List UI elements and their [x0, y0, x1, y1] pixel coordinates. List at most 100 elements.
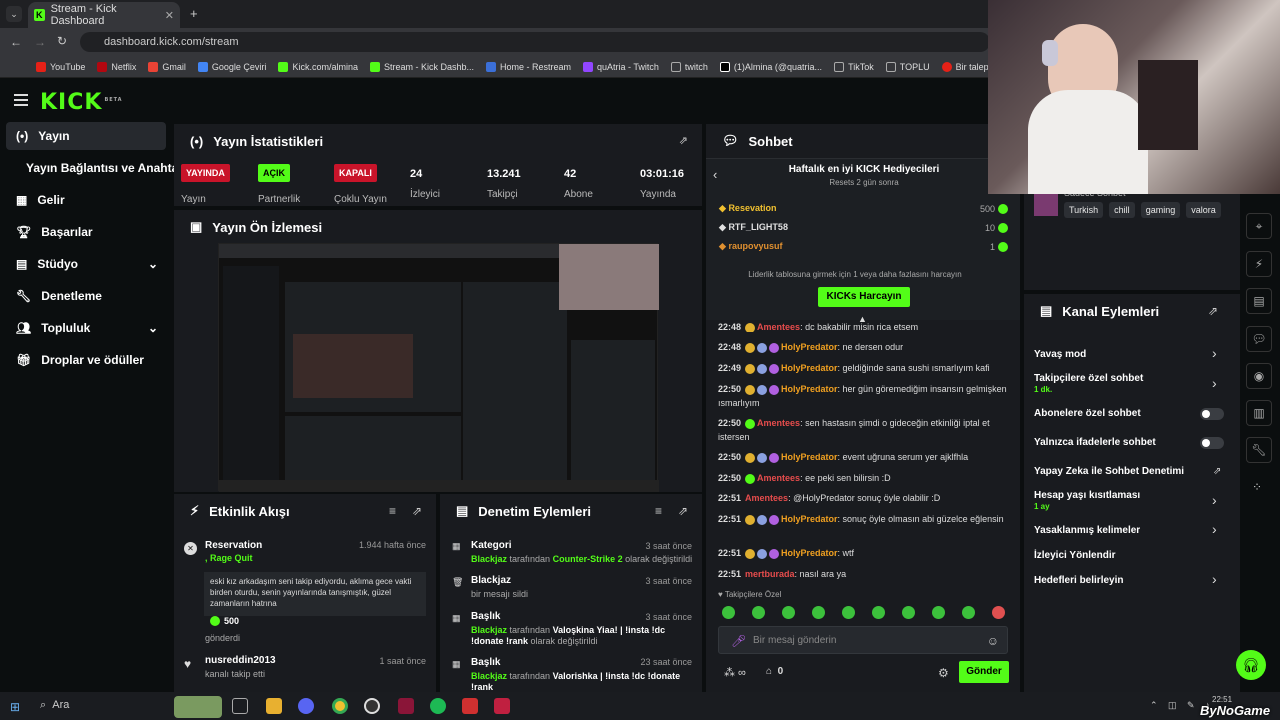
bookmark-item[interactable]: Home - Restream: [486, 61, 571, 72]
slow-mode-row[interactable]: Yavaş mod: [1034, 349, 1224, 360]
edit-icon: ▦: [452, 659, 461, 669]
hamburger-menu-icon[interactable]: [14, 94, 28, 106]
emote-only-toggle[interactable]: [1200, 437, 1224, 449]
tag[interactable]: valora: [1186, 202, 1221, 218]
tab-menu-icon[interactable]: ⌄: [6, 6, 22, 22]
sidebar-item-studyo[interactable]: ▤ Stüdyo ⌄: [6, 250, 166, 278]
bookmark-item[interactable]: Kick.com/almina: [278, 61, 358, 72]
filter-icon[interactable]: ≡: [389, 504, 396, 518]
forward-icon[interactable]: →: [34, 35, 46, 49]
sidebar-item-topluluk[interactable]: 👥︎ Topluluk ⌄: [6, 314, 166, 342]
chat-icon: 💬︎: [722, 133, 739, 148]
bookmark-item[interactable]: Netflix: [97, 61, 136, 72]
tag[interactable]: chill: [1109, 202, 1135, 218]
sidebar-item-denetleme[interactable]: 🔧︎ Denetleme: [6, 282, 166, 310]
popout-icon[interactable]: ⇗: [1208, 304, 1218, 318]
back-icon[interactable]: ←: [10, 35, 22, 49]
windows-start-icon[interactable]: ⊞: [10, 700, 20, 714]
event-user[interactable]: nusreddin2013: [205, 655, 276, 666]
bookmark-item[interactable]: TOPLU: [885, 61, 930, 72]
set-goals-row[interactable]: Hedefleri belirleyin: [1034, 575, 1224, 586]
reload-icon[interactable]: ↻: [57, 34, 67, 48]
settings-gear-icon[interactable]: ⚙: [938, 666, 949, 680]
file-explorer-icon[interactable]: [266, 698, 282, 714]
banned-words-row[interactable]: Yasaklanmış kelimeler: [1034, 525, 1224, 536]
chevron-down-icon: ⌄: [147, 321, 158, 335]
account-age-row[interactable]: Hesap yaşı kısıtlaması: [1034, 490, 1224, 501]
broadcast-icon[interactable]: ◉: [1246, 363, 1272, 389]
external-link-icon[interactable]: ⇗: [1213, 466, 1221, 477]
bookmark-item[interactable]: twitch: [670, 61, 708, 72]
sidebar-item-basarilar[interactable]: 🏆︎ Başarılar: [6, 218, 166, 246]
points-counter[interactable]: ⌂ 0: [766, 666, 783, 677]
kick-logo[interactable]: KICK BETA: [40, 90, 123, 115]
obs-icon[interactable]: [364, 698, 380, 714]
emote-row[interactable]: [722, 606, 1005, 619]
sidebar-item-droplar[interactable]: 🎁︎ Droplar ve ödüller: [6, 346, 166, 374]
stream-preview-video[interactable]: [218, 243, 659, 492]
bookmark-item[interactable]: TikTok: [834, 61, 874, 72]
wrench-icon[interactable]: 🔧︎: [1246, 437, 1272, 463]
chevron-right-icon[interactable]: ›: [1212, 521, 1217, 537]
tag[interactable]: gaming: [1140, 202, 1181, 218]
sidebar-item-yayin[interactable]: (•) Yayın: [6, 122, 166, 150]
followers-only-row[interactable]: Takipçilere özel sohbet: [1034, 373, 1224, 384]
send-button[interactable]: Gönder: [959, 661, 1009, 683]
broadcast-icon: (•): [16, 129, 29, 143]
stats-header: (•) Yayın İstatistikleri: [190, 133, 324, 149]
tag[interactable]: Turkish: [1064, 202, 1104, 218]
popout-icon[interactable]: ⇗: [679, 134, 688, 147]
back-chevron-icon[interactable]: ‹: [713, 167, 717, 182]
chat-input[interactable]: 🎤︎ Bir mesaj gönderin ☺: [718, 626, 1008, 654]
popout-icon[interactable]: ⇗: [412, 504, 422, 518]
app-icon[interactable]: [462, 698, 478, 714]
subscribers-only-row: Abonelere özel sohbet: [1034, 408, 1141, 419]
subscribers-only-toggle[interactable]: [1200, 408, 1224, 420]
popout-icon[interactable]: ⇗: [678, 504, 688, 518]
taskbar-search[interactable]: ⌕ Ara: [40, 699, 69, 712]
browser-tab[interactable]: K Stream - Kick Dashboard ✕: [28, 2, 180, 28]
task-view-icon[interactable]: [232, 698, 248, 714]
document-icon[interactable]: ▤: [1246, 288, 1272, 314]
event-user[interactable]: Reservation: [205, 540, 262, 551]
chat-message: 22:51 Amentees: @HolyPredator sonuç öyle …: [718, 493, 941, 503]
chevron-right-icon[interactable]: ›: [1212, 492, 1217, 508]
bookmark-item[interactable]: YouTube: [36, 61, 85, 72]
discord-icon[interactable]: [298, 698, 314, 714]
kicks-coin-icon: [210, 616, 220, 626]
infinity-icon[interactable]: ⁂ ∞: [724, 666, 746, 679]
filter-icon[interactable]: ≡: [655, 504, 662, 518]
apps-icon[interactable]: ⁘: [1252, 480, 1262, 494]
app-icon[interactable]: [398, 698, 414, 714]
bookmark-item[interactable]: Stream - Kick Dashb...: [369, 61, 474, 72]
bookmark-item[interactable]: (1)Almina (@quatria...: [719, 61, 822, 72]
chat-message: 22:50 Amentees: sen hastasın şimdi o gide…: [718, 418, 990, 442]
chrome-icon[interactable]: [332, 698, 348, 714]
layers-icon[interactable]: ▥: [1246, 400, 1272, 426]
chevron-right-icon[interactable]: ›: [1212, 345, 1217, 361]
video-icon: ▣: [190, 219, 203, 234]
new-tab-icon[interactable]: +: [190, 6, 198, 21]
close-tab-icon[interactable]: ✕: [165, 9, 174, 22]
taskbar-widget-thumbnail[interactable]: [174, 696, 222, 718]
bookmark-item[interactable]: quAtria - Twitch: [583, 61, 659, 72]
emoji-icon[interactable]: ☺: [987, 634, 999, 648]
chevron-right-icon[interactable]: ›: [1212, 375, 1217, 391]
app-icon[interactable]: [494, 698, 510, 714]
sidebar-item-stream-key[interactable]: Yayın Bağlantısı ve Anahtarı: [6, 154, 186, 182]
kicks-spend-button[interactable]: KICKs Harcayın: [818, 287, 910, 307]
spotify-icon[interactable]: [430, 698, 446, 714]
host-viewers-row[interactable]: İzleyici Yönlendir: [1034, 550, 1224, 561]
support-icon[interactable]: 🎧︎: [1236, 650, 1266, 680]
ai-moderation-row[interactable]: Yapay Zeka ile Sohbet Denetimi: [1034, 466, 1224, 477]
chat-icon[interactable]: 💬︎: [1246, 326, 1272, 352]
sidebar-item-gelir[interactable]: ▦ Gelir: [6, 186, 166, 214]
url-field[interactable]: dashboard.kick.com/stream: [80, 32, 990, 52]
lightning-icon[interactable]: ⚡︎: [1246, 251, 1272, 277]
bookmark-item[interactable]: Google Çeviri: [197, 61, 266, 72]
bookmark-item[interactable]: Gmail: [148, 61, 186, 72]
leader-row: ◆ RTF_LIGHT58: [719, 222, 788, 232]
target-icon[interactable]: ⌖: [1246, 213, 1272, 239]
chevron-right-icon[interactable]: ›: [1212, 571, 1217, 587]
chat-message: 22:48 Amentees: dc bakabilir misin rica e…: [718, 322, 919, 332]
